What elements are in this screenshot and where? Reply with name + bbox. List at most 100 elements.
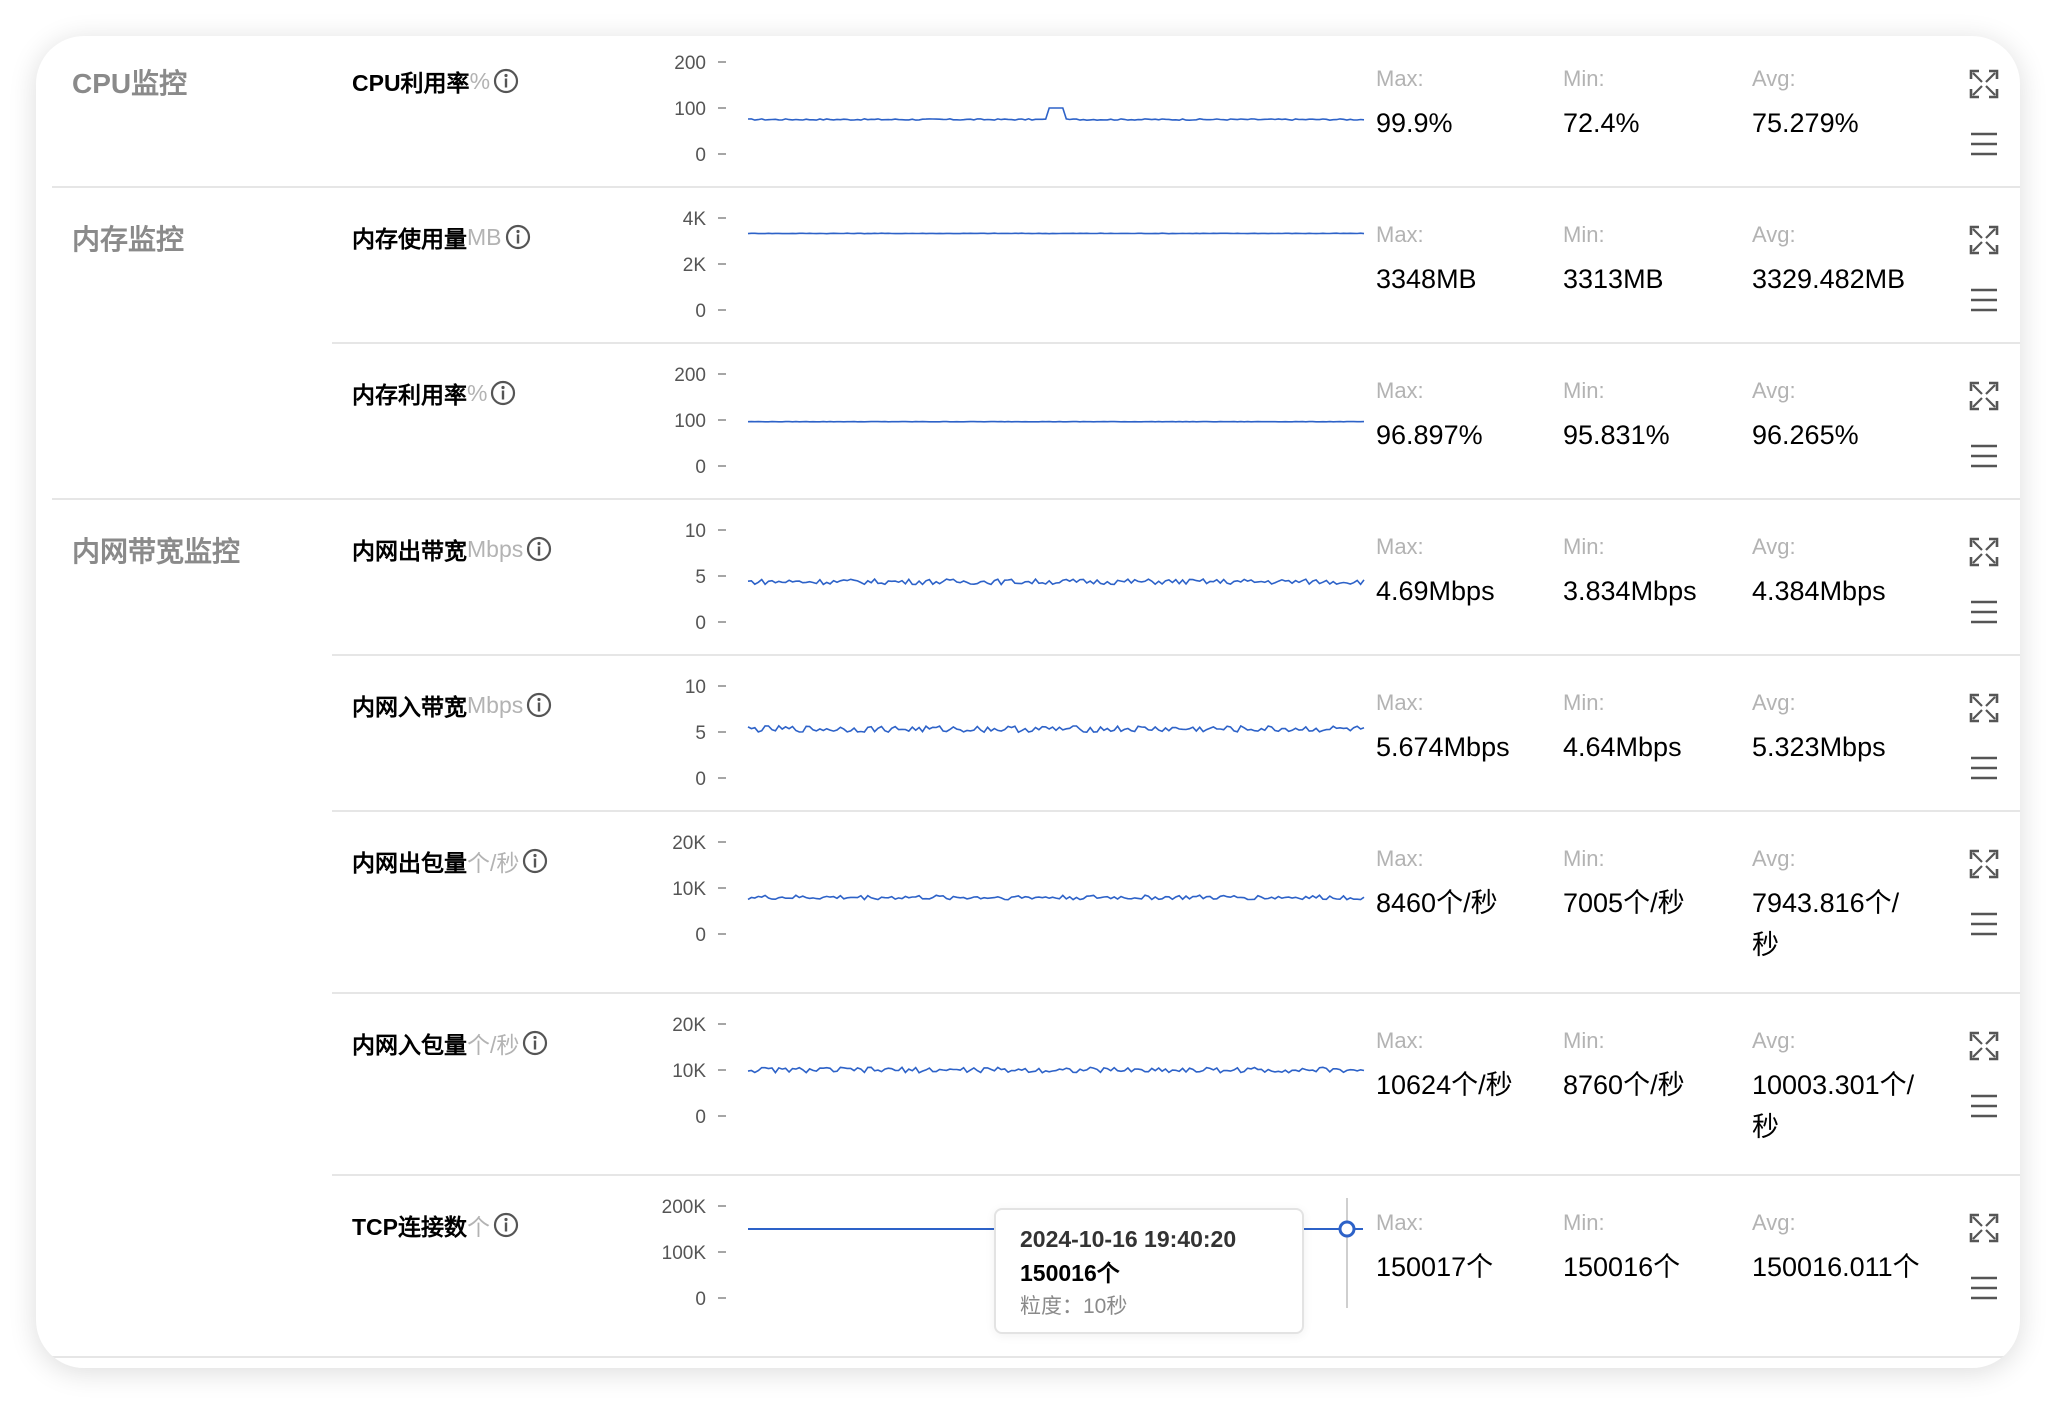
metric-name: CPU利用率% <box>352 64 520 98</box>
menu-icon[interactable] <box>1968 128 2000 160</box>
info-icon[interactable] <box>521 847 549 875</box>
metric-chart: 20K 10K 0 <box>672 1015 1365 1128</box>
info-icon[interactable] <box>525 691 553 719</box>
expand-icon[interactable] <box>1968 536 2000 568</box>
y-tick-label: 10K <box>672 879 706 900</box>
stat-value: 10624个/秒 <box>1376 1070 1513 1100</box>
metric-label: 内存使用量 <box>352 226 467 252</box>
y-tick-label: 100 <box>674 411 706 432</box>
stat-max: Max: 150017个 <box>1376 1210 1556 1288</box>
stat-label: Max: <box>1376 1210 1424 1235</box>
stat-label: Min: <box>1563 1210 1605 1235</box>
series-line <box>747 894 1365 901</box>
expand-icon[interactable] <box>1968 692 2000 724</box>
metric-unit: MB <box>467 223 502 250</box>
stat-avg: Avg: 75.279% <box>1752 66 1922 144</box>
stat-min: Min: 8760个/秒 <box>1563 1028 1743 1106</box>
stat-label: Max: <box>1376 534 1424 559</box>
expand-icon[interactable] <box>1968 380 2000 412</box>
metric-label: CPU利用率 <box>352 70 470 96</box>
menu-icon[interactable] <box>1968 284 2000 316</box>
metric-name: 内存使用量 MB <box>352 220 532 254</box>
menu-icon[interactable] <box>1968 1090 2000 1122</box>
metric-name: TCP连接数个 <box>352 1208 520 1242</box>
expand-icon[interactable] <box>1968 224 2000 256</box>
y-tick-label: 10 <box>685 677 706 698</box>
metric-unit: % <box>467 379 488 406</box>
menu-icon[interactable] <box>1968 440 2000 472</box>
stat-value: 7005个/秒 <box>1563 888 1685 918</box>
group-divider <box>332 1174 2020 1176</box>
tooltip-time: 2024-10-16 19:40:20 <box>1020 1226 1237 1252</box>
metric-label: 内网出包量 <box>352 850 467 876</box>
y-tick-label: 0 <box>695 613 706 634</box>
stat-label: Max: <box>1376 690 1424 715</box>
stat-value: 99.9% <box>1376 108 1453 138</box>
metric-label: 内网出带宽 <box>352 538 467 564</box>
stat-value: 150016.011个 <box>1752 1252 1920 1282</box>
series-line <box>747 577 1365 586</box>
expand-icon[interactable] <box>1968 1030 2000 1062</box>
metric-chart: 10 5 0 <box>685 521 1365 634</box>
metric-name: 内网入带宽 Mbps <box>352 688 553 722</box>
stat-label: Min: <box>1563 846 1605 871</box>
expand-icon[interactable] <box>1968 848 2000 880</box>
stat-min: Min: 3.834Mbps <box>1563 534 1743 612</box>
series-line <box>747 724 1365 734</box>
menu-icon[interactable] <box>1968 596 2000 628</box>
metric-chart: 20K 10K 0 <box>672 833 1365 946</box>
y-tick-label: 10K <box>672 1061 706 1082</box>
series-line <box>747 232 1365 235</box>
stat-label: Min: <box>1563 378 1605 403</box>
stat-value: 4.384Mbps <box>1752 576 1886 606</box>
stat-min: Min: 7005个/秒 <box>1563 846 1743 924</box>
y-tick-label: 2K <box>683 255 707 276</box>
stat-value: 10003.301个/秒 <box>1752 1070 1915 1142</box>
stat-value: 3313MB <box>1563 264 1664 294</box>
stat-label: Avg: <box>1752 534 1796 559</box>
stat-value: 96.265% <box>1752 420 1859 450</box>
y-tick-label: 20K <box>672 833 706 854</box>
y-tick-label: 0 <box>695 1107 706 1128</box>
menu-icon[interactable] <box>1968 908 2000 940</box>
stat-max: Max: 96.897% <box>1376 378 1556 456</box>
stat-label: Max: <box>1376 846 1424 871</box>
y-tick-label: 200 <box>674 365 706 386</box>
metric-row: 内存使用量 MB 4K 2K 0 Max: 3348MB Min: 3313MB Avg: 3329… <box>36 192 2020 348</box>
stat-value: 4.69Mbps <box>1376 576 1495 606</box>
stat-value: 72.4% <box>1563 108 1640 138</box>
stat-value: 7943.816个/秒 <box>1752 888 1900 960</box>
menu-icon[interactable] <box>1968 1272 2000 1304</box>
stat-value: 75.279% <box>1752 108 1859 138</box>
info-icon[interactable] <box>492 1211 520 1239</box>
stat-avg: Avg: 96.265% <box>1752 378 1922 456</box>
metric-chart: 200 100 0 <box>674 53 1365 166</box>
menu-icon[interactable] <box>1968 752 2000 784</box>
expand-icon[interactable] <box>1968 1212 2000 1244</box>
info-icon[interactable] <box>525 535 553 563</box>
metric-name: 内网出带宽 Mbps <box>352 532 553 566</box>
series-line <box>747 107 1365 122</box>
stat-value: 5.323Mbps <box>1752 732 1886 762</box>
info-icon[interactable] <box>521 1029 549 1057</box>
stat-avg: Avg: 4.384Mbps <box>1752 534 1922 612</box>
info-icon[interactable] <box>489 379 517 407</box>
series-line <box>747 1066 1365 1074</box>
stat-label: Min: <box>1563 534 1605 559</box>
expand-icon[interactable] <box>1968 68 2000 100</box>
info-icon[interactable] <box>492 67 520 95</box>
y-tick-label: 4K <box>683 209 707 230</box>
stat-label: Max: <box>1376 66 1424 91</box>
stat-label: Avg: <box>1752 1028 1796 1053</box>
metric-row: 内网入带宽 Mbps 10 5 0 Max: 5.674Mbps Min: 4.64Mbps Av… <box>36 660 2020 816</box>
info-icon[interactable] <box>504 223 532 251</box>
metric-chart: 10 5 0 <box>685 677 1365 790</box>
y-tick-label: 0 <box>695 1289 706 1310</box>
stat-value: 5.674Mbps <box>1376 732 1510 762</box>
metric-unit: % <box>469 67 491 94</box>
stat-max: Max: 4.69Mbps <box>1376 534 1556 612</box>
stat-value: 4.64Mbps <box>1563 732 1682 762</box>
stat-label: Avg: <box>1752 222 1796 247</box>
stat-label: Avg: <box>1752 378 1796 403</box>
stat-avg: Avg: 10003.301个/秒 <box>1752 1028 1922 1148</box>
